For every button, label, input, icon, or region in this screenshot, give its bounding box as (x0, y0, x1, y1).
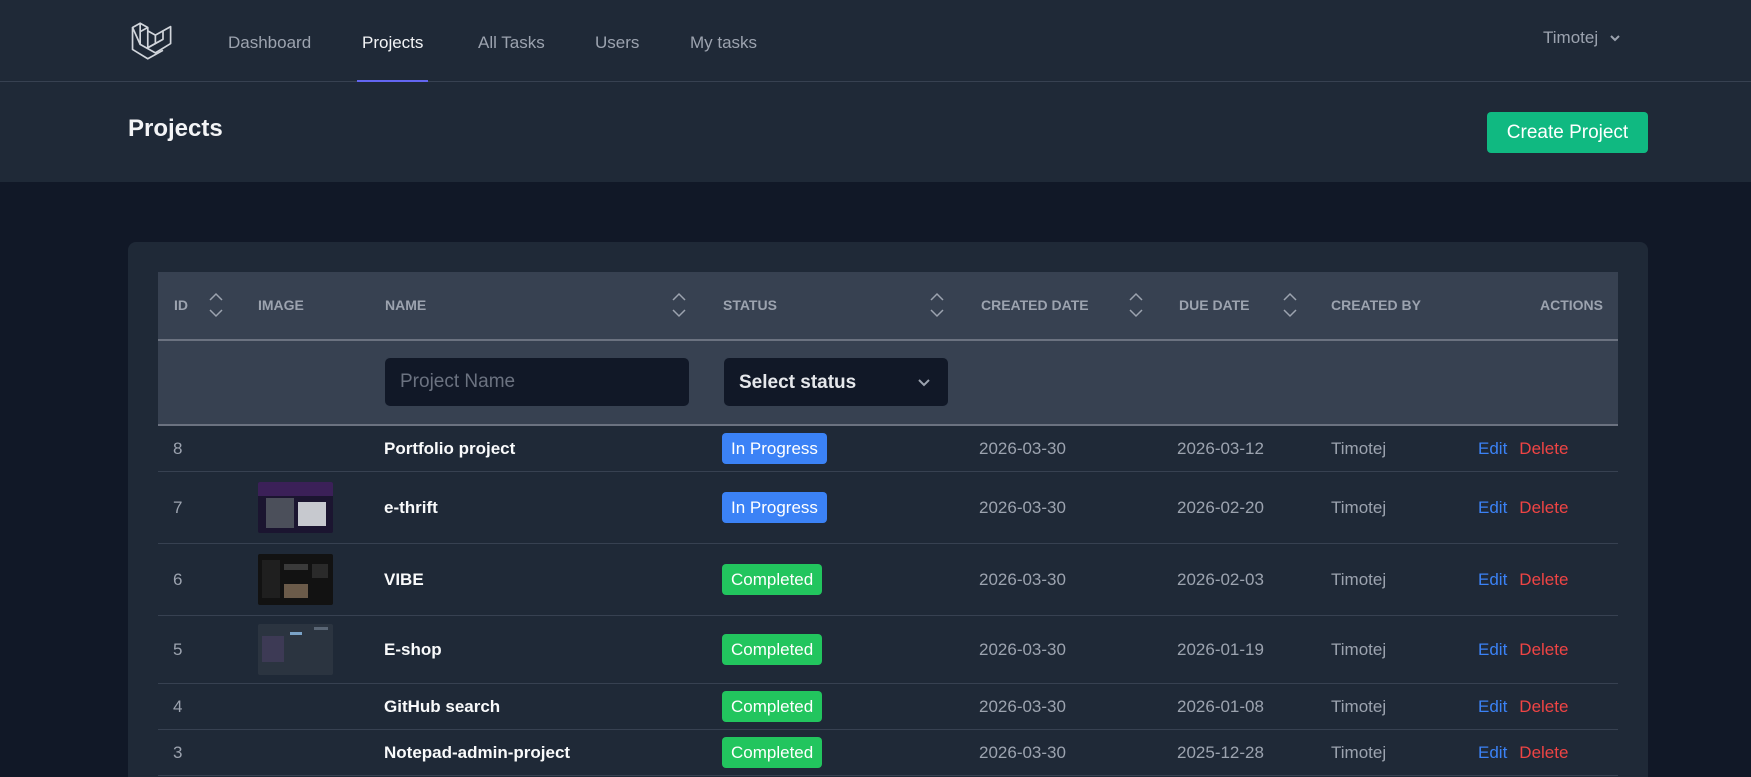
sort-icon[interactable] (1128, 292, 1144, 318)
row-due-date: 2026-01-08 (1177, 696, 1264, 716)
row-created-date: 2026-03-30 (979, 742, 1066, 762)
column-header-status[interactable]: STATUS (723, 272, 777, 339)
chevron-down-icon (918, 379, 930, 387)
delete-link[interactable]: Delete (1519, 697, 1568, 717)
page-header: Projects Create Project (0, 82, 1751, 182)
delete-link[interactable]: Delete (1519, 743, 1568, 763)
project-name-filter-input[interactable] (384, 357, 690, 407)
delete-link[interactable]: Delete (1519, 570, 1568, 590)
nav-link-dashboard[interactable]: Dashboard (228, 0, 311, 82)
row-project-name[interactable]: GitHub search (384, 684, 500, 729)
row-due-date: 2026-03-12 (1177, 438, 1264, 458)
table-row: 5 E-shop Completed 2026-03-30 2026-01-19… (158, 616, 1618, 684)
projects-card: ID IMAGE NAME STATUS CREATED DATE DUE DA… (128, 242, 1648, 777)
project-thumbnail-image[interactable] (258, 624, 333, 675)
table-row: 6 VIBE Completed 2026-03-30 2026-02-03 T… (158, 544, 1618, 616)
status-filter-select[interactable]: Select status (723, 357, 949, 407)
row-created-by: Timotej (1331, 742, 1387, 762)
chevron-down-icon (1610, 35, 1620, 42)
row-id: 4 (173, 696, 183, 716)
status-badge: In Progress (722, 492, 827, 523)
row-created-by: Timotej (1331, 497, 1387, 517)
nav-link-my-tasks[interactable]: My tasks (690, 0, 757, 82)
row-due-date: 2025-12-28 (1177, 742, 1264, 762)
sort-icon[interactable] (208, 292, 224, 318)
edit-link[interactable]: Edit (1478, 640, 1507, 660)
edit-link[interactable]: Edit (1478, 743, 1507, 763)
column-header-name[interactable]: NAME (385, 272, 426, 339)
row-created-date: 2026-03-30 (979, 438, 1066, 458)
table-row: 8 Portfolio project In Progress 2026-03-… (158, 426, 1618, 472)
edit-link[interactable]: Edit (1478, 570, 1507, 590)
row-created-by: Timotej (1331, 639, 1387, 659)
top-navbar: Dashboard Projects All Tasks Users My ta… (0, 0, 1751, 82)
table-row: 3 Notepad-admin-project Completed 2026-0… (158, 730, 1618, 776)
table-row: 7 e-thrift In Progress 2026-03-30 2026-0… (158, 472, 1618, 544)
table-row: 4 GitHub search Completed 2026-03-30 202… (158, 684, 1618, 730)
row-created-by: Timotej (1331, 438, 1387, 458)
edit-link[interactable]: Edit (1478, 498, 1507, 518)
row-project-name[interactable]: VIBE (384, 544, 424, 615)
sort-icon[interactable] (1282, 292, 1298, 318)
row-created-date: 2026-03-30 (979, 639, 1066, 659)
filter-row: Select status (158, 341, 1618, 426)
row-project-name[interactable]: Notepad-admin-project (384, 730, 570, 775)
column-header-created-by[interactable]: CREATED BY (1331, 272, 1421, 339)
create-project-button[interactable]: Create Project (1487, 112, 1648, 153)
delete-link[interactable]: Delete (1519, 498, 1568, 518)
column-header-created-date[interactable]: CREATED DATE (981, 272, 1089, 339)
user-name: Timotej (1543, 28, 1599, 47)
row-created-by: Timotej (1331, 569, 1387, 589)
edit-link[interactable]: Edit (1478, 697, 1507, 717)
delete-link[interactable]: Delete (1519, 640, 1568, 660)
status-badge: Completed (722, 691, 823, 722)
laravel-logo-icon[interactable] (130, 19, 174, 63)
status-badge: In Progress (722, 433, 827, 464)
sort-icon[interactable] (671, 292, 687, 318)
row-due-date: 2026-02-03 (1177, 569, 1264, 589)
nav-link-users[interactable]: Users (595, 0, 639, 82)
row-id: 3 (173, 742, 183, 762)
status-badge: Completed (722, 634, 823, 665)
row-created-date: 2026-03-30 (979, 696, 1066, 716)
status-badge: Completed (722, 737, 823, 768)
row-id: 5 (173, 639, 183, 659)
column-header-image: IMAGE (258, 297, 304, 313)
row-due-date: 2026-02-20 (1177, 497, 1264, 517)
status-filter-value: Select status (739, 372, 857, 393)
row-project-name[interactable]: e-thrift (384, 472, 438, 543)
nav-link-projects[interactable]: Projects (357, 0, 429, 82)
row-created-date: 2026-03-30 (979, 497, 1066, 517)
column-header-actions: ACTIONS (1540, 297, 1603, 313)
row-id: 8 (173, 438, 183, 458)
sort-icon[interactable] (929, 292, 945, 318)
project-thumbnail-image[interactable] (258, 482, 333, 533)
page-title: Projects (128, 115, 223, 142)
column-header-id[interactable]: ID (174, 272, 188, 339)
row-id: 6 (173, 569, 183, 589)
nav-link-all-tasks[interactable]: All Tasks (478, 0, 545, 82)
user-menu[interactable]: Timotej (1543, 28, 1622, 48)
edit-link[interactable]: Edit (1478, 439, 1507, 459)
row-created-date: 2026-03-30 (979, 569, 1066, 589)
status-badge: Completed (722, 564, 823, 595)
projects-table: ID IMAGE NAME STATUS CREATED DATE DUE DA… (158, 272, 1618, 776)
column-header-due-date[interactable]: DUE DATE (1179, 272, 1250, 339)
row-due-date: 2026-01-19 (1177, 639, 1264, 659)
project-thumbnail-image[interactable] (258, 554, 333, 605)
row-created-by: Timotej (1331, 696, 1387, 716)
row-project-name[interactable]: Portfolio project (384, 426, 515, 471)
table-header: ID IMAGE NAME STATUS CREATED DATE DUE DA… (158, 272, 1618, 341)
row-id: 7 (173, 497, 183, 517)
delete-link[interactable]: Delete (1519, 439, 1568, 459)
row-project-name[interactable]: E-shop (384, 616, 442, 683)
